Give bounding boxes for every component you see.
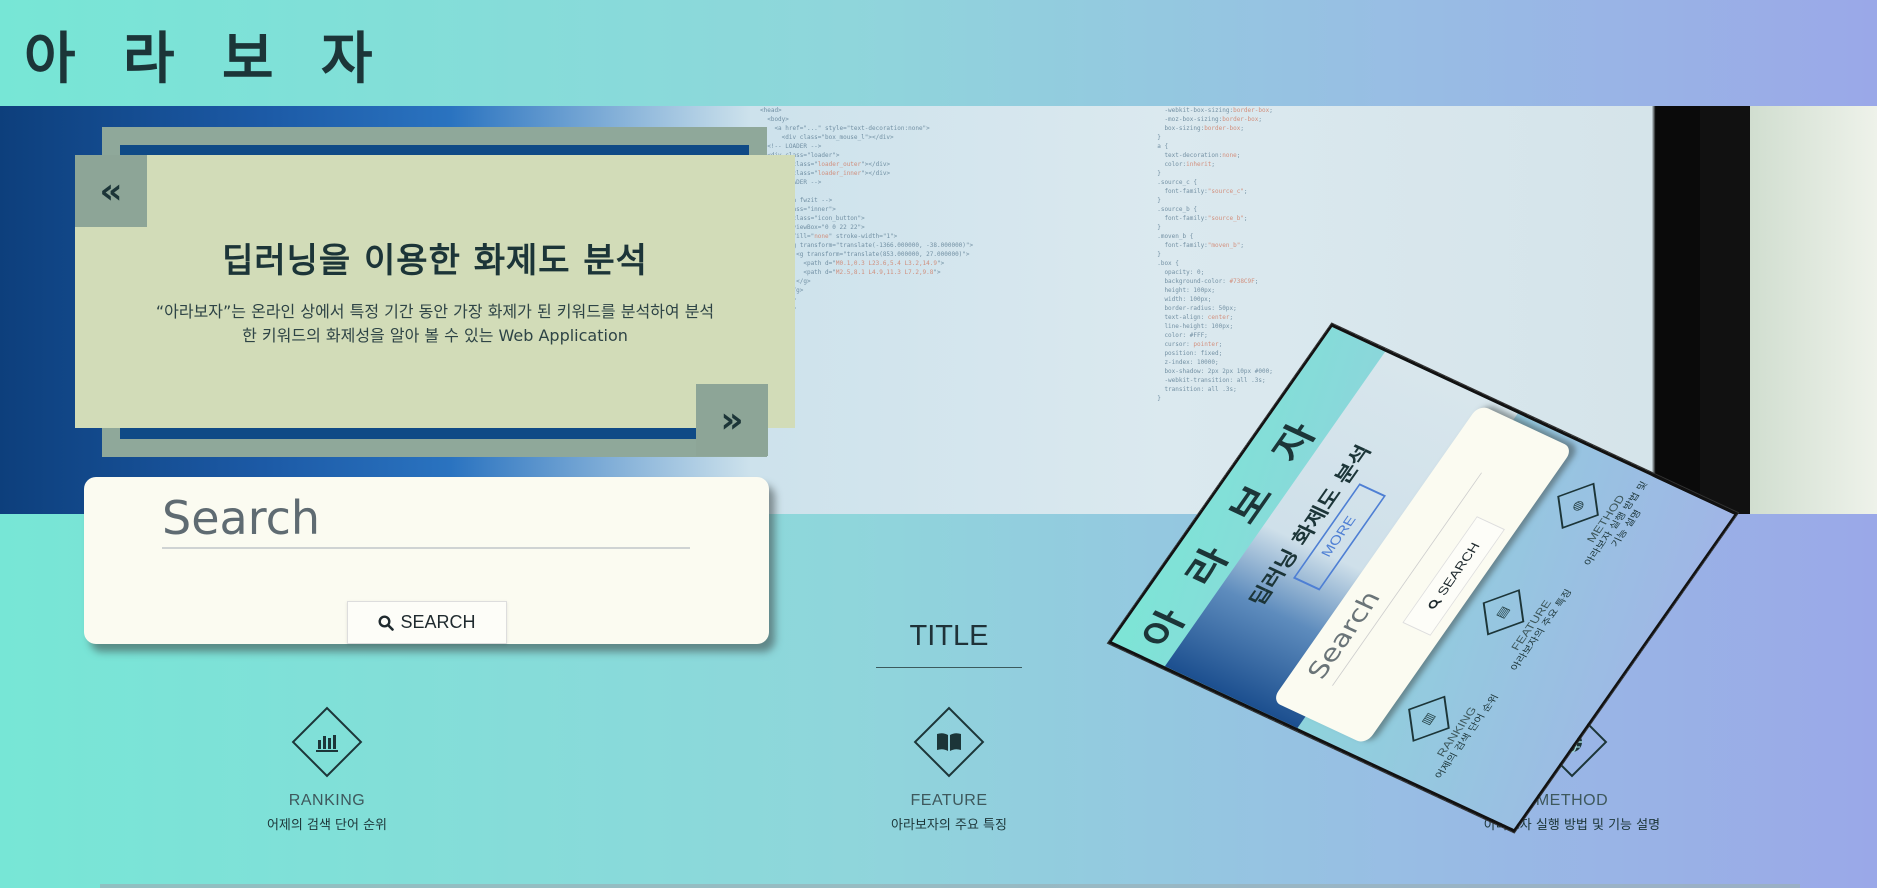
- search-button[interactable]: SEARCH: [347, 601, 507, 644]
- code-background-css: -webkit-box-sizing:border-box; -moz-box-…: [1150, 107, 1273, 402]
- book-icon: [937, 733, 961, 751]
- hero-slide: [75, 155, 795, 428]
- feature-diamond: [911, 704, 987, 780]
- book-icon: ▤: [1482, 589, 1525, 636]
- feature-name: FEATURE: [910, 792, 988, 809]
- feature-ranking[interactable]: RANKING 어제의 검색 단어 순위: [177, 704, 477, 833]
- search-input[interactable]: [162, 489, 690, 549]
- ranking-diamond: [289, 704, 365, 780]
- prev-slide-button[interactable]: «: [75, 155, 147, 227]
- globe-icon: ◍: [1557, 482, 1599, 529]
- monitor-frame: [1700, 106, 1750, 514]
- feature-description: 어제의 검색 단어 순위: [266, 818, 388, 833]
- search-button-label: SEARCH: [400, 612, 476, 632]
- bar-chart-icon: ▥: [1408, 695, 1450, 742]
- slide-title: 딥러닝을 이용한 화제도 분석: [222, 241, 648, 281]
- feature-description: 아라보자 실행 방법 및 기능 설명: [1483, 818, 1661, 833]
- mockup-search-label: SEARCH: [1434, 540, 1483, 598]
- page-header: 아 라 보 자: [0, 0, 1877, 106]
- feature-description: 아라보자의 주요 특징: [891, 818, 1007, 833]
- site-logo[interactable]: 아 라 보 자: [24, 14, 387, 95]
- feature-name: RANKING: [288, 792, 366, 809]
- search-icon: [1428, 599, 1442, 609]
- feature-feature[interactable]: FEATURE 아라보자의 주요 특징: [799, 704, 1099, 833]
- bottom-divider: [100, 884, 1800, 888]
- bar-chart-icon: [316, 735, 338, 752]
- next-slide-button[interactable]: »: [696, 384, 768, 456]
- search-card: SEARCH: [84, 477, 769, 644]
- section-title: TITLE: [876, 620, 1022, 668]
- search-icon: [378, 614, 395, 631]
- slide-description: “아라보자”는 온라인 상에서 특정 기간 동안 가장 화제가 된 키워드를 분…: [155, 302, 715, 345]
